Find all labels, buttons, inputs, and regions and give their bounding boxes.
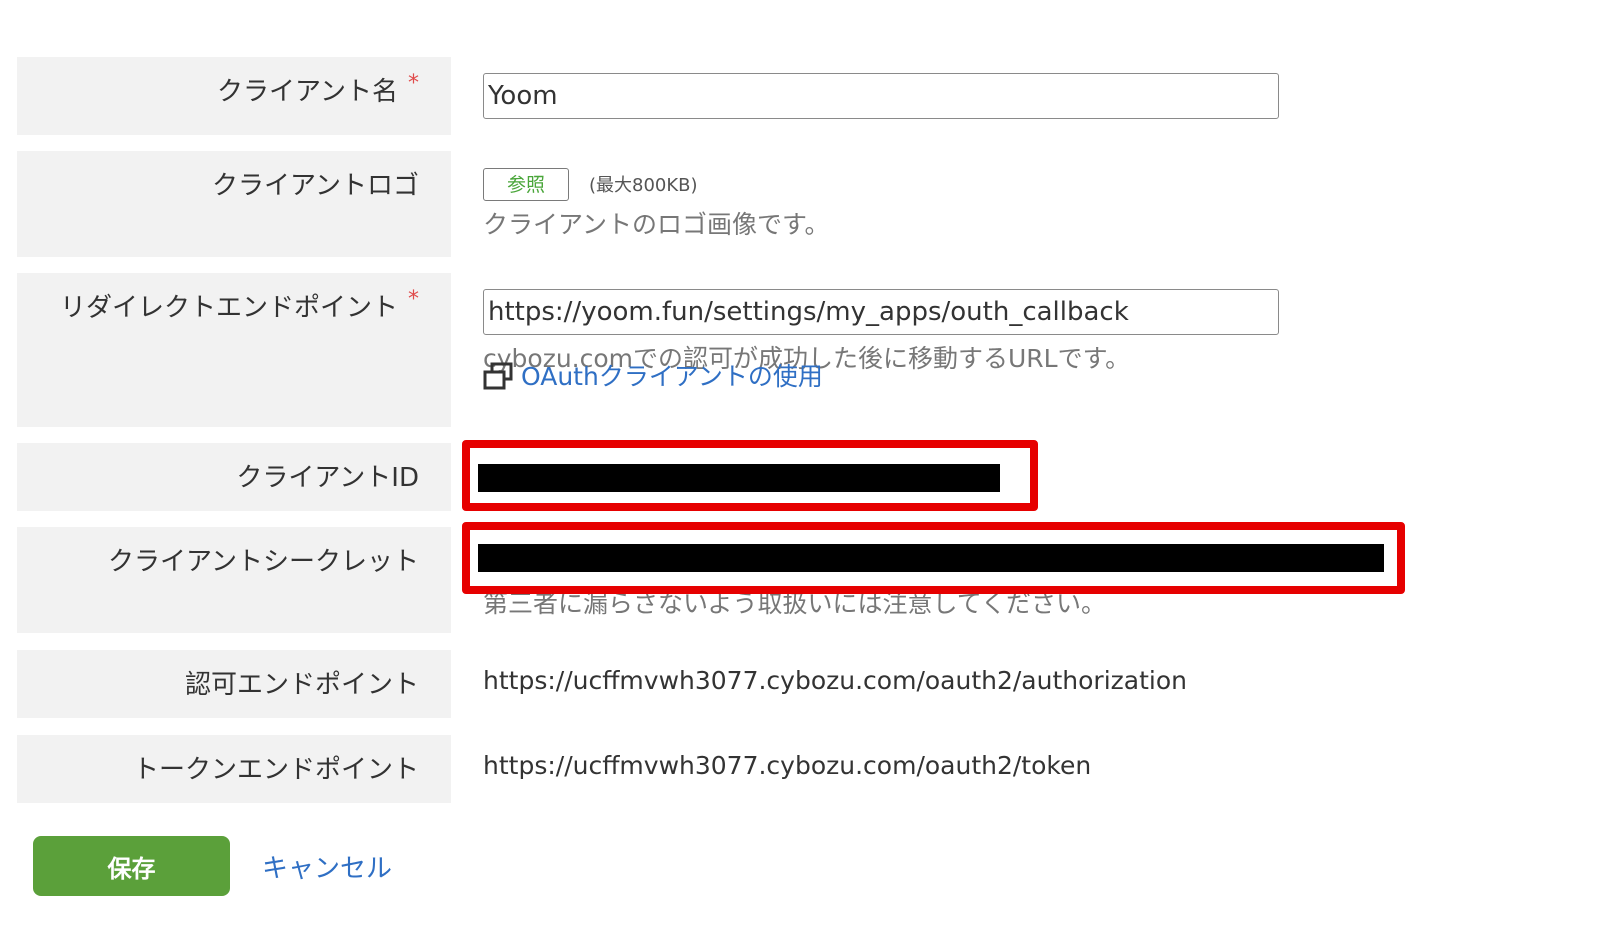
form-row-client-name: クライアント名 *: [17, 57, 1580, 135]
token-endpoint-value-cell: https://ucffmvwh3077.cybozu.com/oauth2/t…: [483, 735, 1580, 803]
auth-endpoint-label-cell: 認可エンドポイント: [17, 650, 451, 718]
token-endpoint-label-cell: トークンエンドポイント: [17, 735, 451, 803]
oauth-client-usage-link[interactable]: OAuthクライアントの使用: [483, 357, 823, 393]
redirect-endpoint-value-cell: cybozu.comでの認可が成功した後に移動するURLです。 OAuthクライ…: [483, 273, 1580, 427]
client-name-value-cell: [483, 57, 1580, 135]
max-size-note: (最大800KB): [589, 175, 698, 196]
token-endpoint-label: トークンエンドポイント: [132, 755, 419, 785]
client-logo-value-cell: 参照 (最大800KB) クライアントのロゴ画像です。: [483, 151, 1580, 257]
redirect-endpoint-label-cell: リダイレクトエンドポイント *: [17, 273, 451, 427]
required-mark: *: [408, 71, 419, 96]
browse-button[interactable]: 参照: [483, 168, 569, 201]
auth-endpoint-value: https://ucffmvwh3077.cybozu.com/oauth2/a…: [483, 666, 1187, 695]
form-row-token-endpoint: トークンエンドポイント https://ucffmvwh3077.cybozu.…: [17, 735, 1580, 803]
client-secret-label-cell: クライアントシークレット: [17, 527, 451, 633]
cancel-link[interactable]: キャンセル: [262, 848, 392, 885]
required-mark: *: [408, 287, 419, 312]
auth-endpoint-value-cell: https://ucffmvwh3077.cybozu.com/oauth2/a…: [483, 650, 1580, 718]
client-id-label-cell: クライアントID: [17, 443, 451, 511]
client-id-label: クライアントID: [236, 463, 419, 493]
oauth-client-usage-link-label: OAuthクライアントの使用: [521, 362, 823, 391]
save-button[interactable]: 保存: [33, 836, 230, 896]
client-id-highlight-box: [462, 440, 1038, 511]
client-secret-highlight-box: [462, 522, 1405, 594]
client-secret-label: クライアントシークレット: [108, 547, 419, 577]
client-logo-label-cell: クライアントロゴ: [17, 151, 451, 257]
client-name-label: クライアント名: [217, 77, 398, 107]
form-row-auth-endpoint: 認可エンドポイント https://ucffmvwh3077.cybozu.co…: [17, 650, 1580, 718]
client-name-input[interactable]: [483, 73, 1279, 119]
redirect-endpoint-input[interactable]: [483, 289, 1279, 335]
client-logo-hint: クライアントのロゴ画像です。: [483, 210, 830, 239]
client-logo-label: クライアントロゴ: [212, 171, 419, 201]
auth-endpoint-label: 認可エンドポイント: [184, 670, 419, 700]
form-row-redirect-endpoint: リダイレクトエンドポイント * cybozu.comでの認可が成功した後に移動する…: [17, 273, 1580, 427]
client-name-label-cell: クライアント名 *: [17, 57, 451, 135]
token-endpoint-value: https://ucffmvwh3077.cybozu.com/oauth2/t…: [483, 751, 1092, 780]
form-row-client-logo: クライアントロゴ 参照 (最大800KB) クライアントのロゴ画像です。: [17, 151, 1580, 257]
redirect-endpoint-label: リダイレクトエンドポイント: [59, 293, 398, 323]
external-window-icon: [483, 362, 513, 390]
